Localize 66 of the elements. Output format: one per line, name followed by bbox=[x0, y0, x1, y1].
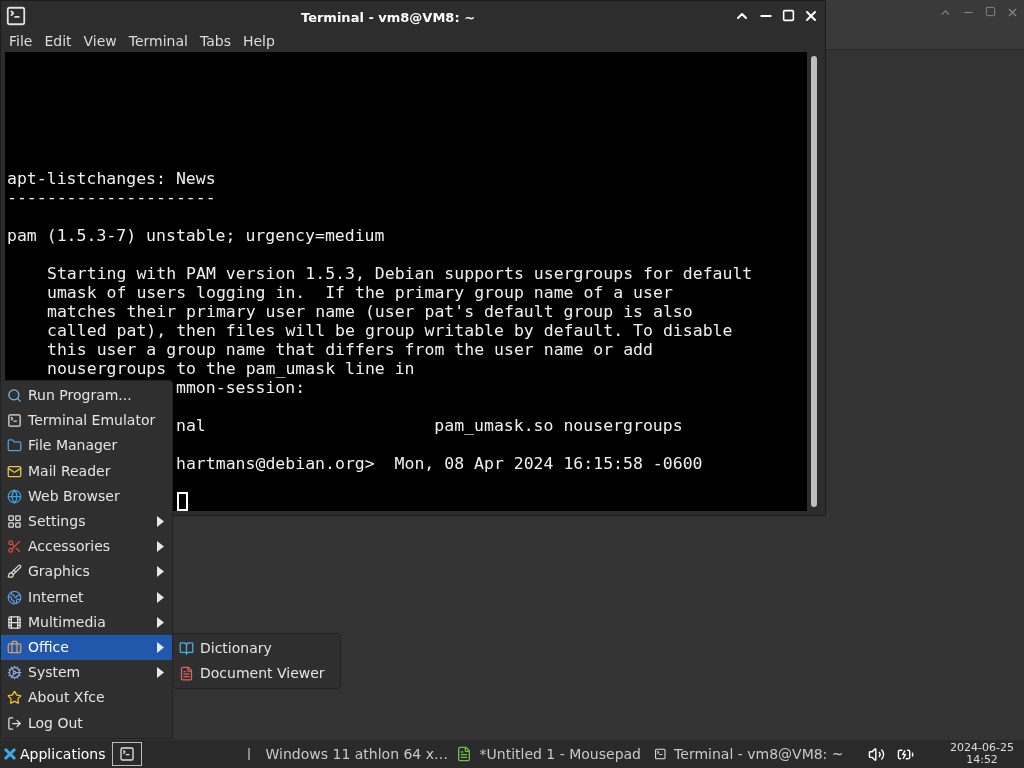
menu-item[interactable]: Mail Reader bbox=[1, 458, 172, 484]
taskbar-task[interactable]: Terminal - vm8@VM8: ~ bbox=[649, 740, 848, 768]
folder-icon bbox=[7, 438, 22, 454]
menu-item[interactable]: Accessories bbox=[1, 534, 172, 560]
text-cursor bbox=[177, 492, 188, 511]
terminal-icon bbox=[118, 746, 135, 762]
menu-item[interactable]: Log Out bbox=[1, 710, 172, 736]
menu-bar-item[interactable]: Help bbox=[238, 30, 279, 52]
terminal-line: apt-listchanges: News bbox=[7, 169, 216, 188]
menu-item[interactable]: Internet bbox=[1, 584, 172, 610]
menu-item[interactable]: About Xfce bbox=[1, 685, 172, 711]
menu-bar-item[interactable]: Tabs bbox=[195, 30, 235, 52]
menu-item[interactable]: Terminal Emulator bbox=[1, 408, 172, 434]
grid-icon bbox=[7, 514, 22, 530]
terminal-icon bbox=[7, 413, 22, 429]
brush-icon bbox=[7, 564, 22, 580]
menu-item[interactable]: Office bbox=[1, 634, 172, 661]
taskbar-task[interactable]: Windows 11 athlon 64 x… bbox=[253, 740, 452, 768]
film-icon bbox=[7, 614, 22, 630]
briefcase-icon bbox=[7, 639, 22, 655]
menu-item[interactable]: File Manager bbox=[1, 433, 172, 459]
volume-icon[interactable] bbox=[867, 745, 885, 763]
menu-bar-item[interactable]: File bbox=[5, 30, 37, 52]
menu-bar-item[interactable]: View bbox=[79, 30, 121, 52]
scissors-icon bbox=[7, 539, 22, 555]
notepad-icon bbox=[455, 746, 472, 762]
clock-date: 2024-06-25 bbox=[950, 742, 1014, 754]
terminal-line: nousergroups to the pam_umask line in bbox=[47, 359, 415, 378]
document-icon bbox=[179, 666, 194, 681]
logout-icon bbox=[7, 715, 22, 731]
taskbar-task[interactable]: *Untitled 1 - Mousepad bbox=[451, 740, 650, 768]
window-title: Terminal - vm8@VM8: ~ bbox=[301, 9, 476, 27]
terminal-line: --------------------- bbox=[7, 188, 216, 207]
envelope-icon bbox=[7, 463, 22, 479]
terminal-launcher[interactable] bbox=[111, 742, 142, 766]
gear-icon bbox=[7, 665, 22, 681]
xfce-logo-icon bbox=[3, 747, 17, 761]
terminal-line: called pat), then files will be group writable by default. To disable bbox=[47, 321, 733, 340]
terminal-line: Starting with PAM version 1.5.3, Debian supports usergroups for default bbox=[47, 264, 753, 283]
menu-item[interactable]: Run Program... bbox=[1, 383, 172, 409]
clock-time: 14:52 bbox=[966, 754, 998, 766]
terminal-line: umask of users logging in. If the primary group name of a user bbox=[47, 283, 673, 302]
menu-item[interactable]: Document Viewer bbox=[173, 661, 340, 686]
globe-icon bbox=[7, 488, 22, 504]
terminal-line: this user a group name that differs from the user name or add bbox=[47, 340, 653, 359]
star-icon bbox=[7, 690, 22, 706]
terminal-line: pam (1.5.3-7) unstable; urgency=medium bbox=[7, 226, 385, 245]
scrollbar-thumb[interactable] bbox=[811, 56, 817, 507]
menu-item[interactable]: Web Browser bbox=[1, 483, 172, 509]
terminal-line: hartmans@debian.org> Mon, 08 Apr 2024 16:15:58 -0600 bbox=[176, 454, 703, 473]
terminal-icon bbox=[653, 746, 667, 762]
globe-icon bbox=[7, 589, 22, 605]
menu-bar-item[interactable]: Edit bbox=[40, 30, 76, 52]
menu-item[interactable]: Dictionary bbox=[173, 636, 340, 661]
menu-bar-item[interactable]: Terminal bbox=[124, 30, 192, 52]
search-icon bbox=[7, 388, 22, 404]
terminal-line: matches their primary user name (user pat's default group is also bbox=[47, 302, 693, 321]
menu-item[interactable]: Settings bbox=[1, 508, 172, 535]
menu-item[interactable]: System bbox=[1, 660, 172, 686]
terminal-icon bbox=[5, 4, 27, 27]
terminal-line: nal pam_umask.so nousergroups bbox=[176, 416, 683, 435]
menu-item[interactable]: Graphics bbox=[1, 559, 172, 585]
terminal-line: mmon-session: bbox=[176, 378, 306, 397]
applications-button[interactable]: Applications bbox=[0, 740, 109, 768]
menu-item[interactable]: Multimedia bbox=[1, 609, 172, 635]
book-icon bbox=[179, 641, 194, 656]
